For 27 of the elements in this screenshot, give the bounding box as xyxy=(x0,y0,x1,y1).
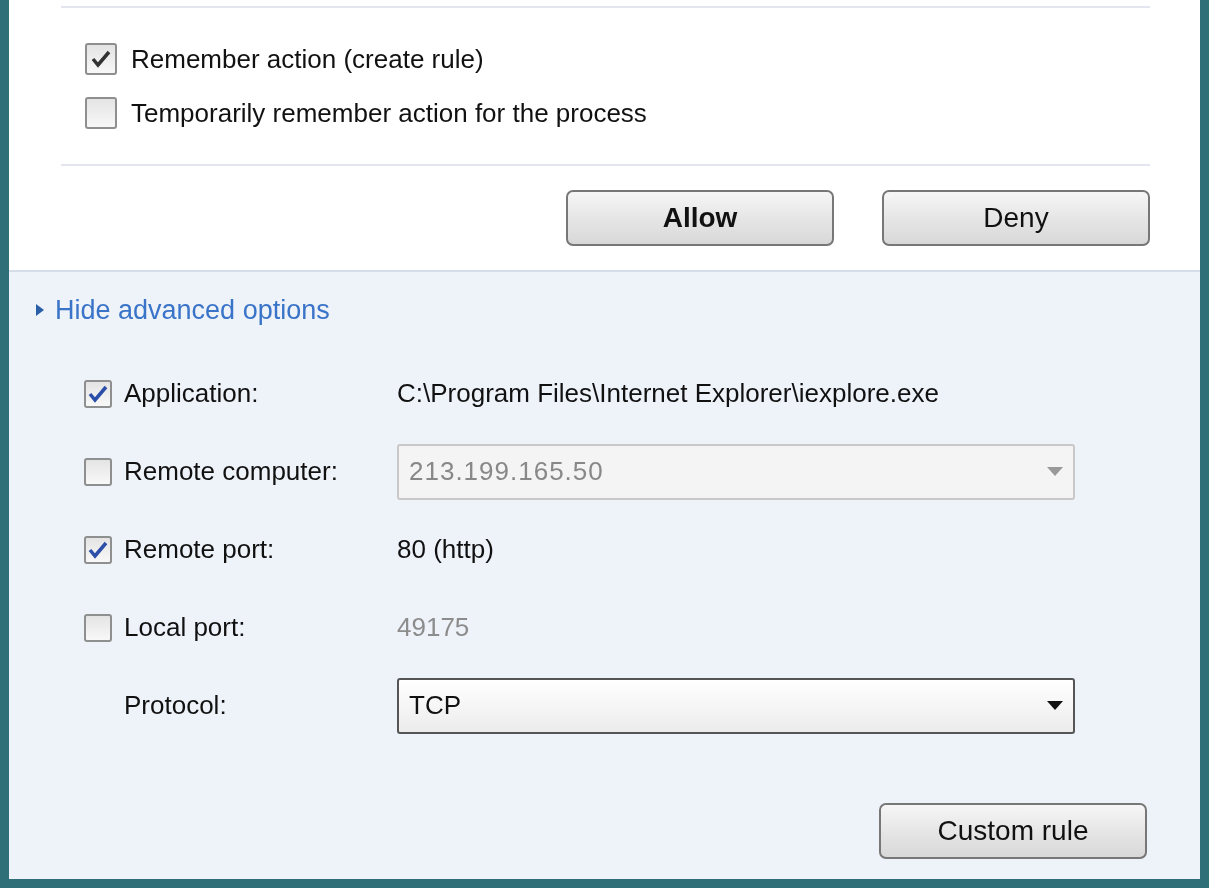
checkbox[interactable] xyxy=(84,613,112,642)
checkbox[interactable] xyxy=(84,535,112,564)
field-label: Local port: xyxy=(124,611,246,644)
checkbox[interactable] xyxy=(84,379,112,408)
triangle-icon xyxy=(35,303,45,318)
dropdown-arrow-icon xyxy=(1047,467,1063,476)
checkbox[interactable] xyxy=(85,97,117,129)
field-label: Remote port: xyxy=(124,533,275,566)
checkbox-label: Temporarily remember action for the process xyxy=(131,96,647,130)
dropdown-arrow-icon xyxy=(1047,701,1063,710)
field-value: 80 (http) xyxy=(397,534,494,564)
field-label: Protocol: xyxy=(124,689,227,722)
advanced-options-link[interactable]: Hide advanced options xyxy=(35,290,330,331)
checkmark-icon xyxy=(91,50,111,68)
dropdown[interactable]: TCP xyxy=(397,677,1075,734)
field-value: C:\Program Files\Internet Explorer\iexplore.exe xyxy=(397,378,939,408)
checkmark-icon xyxy=(88,540,108,559)
field-label: Remote computer: xyxy=(124,455,338,488)
field-label: Application: xyxy=(124,377,259,410)
field-value: 49175 xyxy=(397,612,470,642)
dialog-button[interactable]: Deny xyxy=(882,190,1150,246)
checkbox[interactable] xyxy=(85,43,117,75)
checkmark-icon xyxy=(88,384,108,403)
dialog-button[interactable]: Allow xyxy=(566,190,834,246)
custom-rule-button[interactable]: Custom rule xyxy=(879,803,1147,859)
checkbox[interactable] xyxy=(84,457,112,486)
checkbox-label: Remember action (create rule) xyxy=(131,42,484,76)
